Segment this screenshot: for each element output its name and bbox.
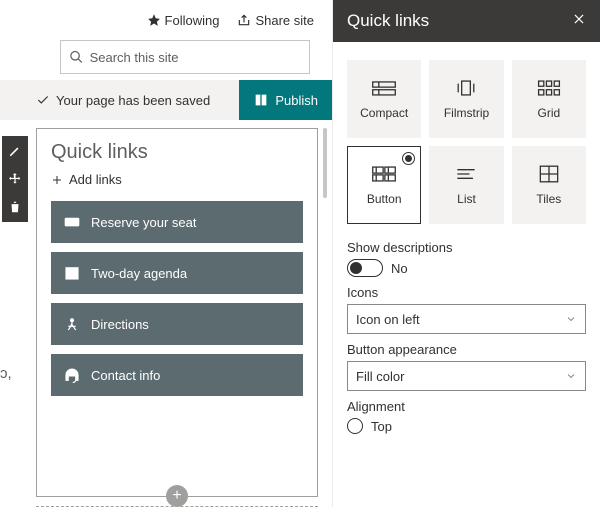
delete-button[interactable] [4, 196, 26, 218]
alignment-label: Alignment [347, 399, 586, 414]
close-icon [572, 12, 586, 26]
layout-options: Compact Filmstrip Grid Button Lis [347, 60, 586, 224]
scrollbar[interactable] [323, 128, 327, 198]
close-pane-button[interactable] [572, 12, 586, 31]
quicklink-item[interactable]: Two-day agenda [51, 252, 303, 294]
share-site-button[interactable]: Share site [237, 13, 314, 28]
edit-toolbar [2, 136, 28, 222]
button-appearance-label: Button appearance [347, 342, 586, 357]
chevron-down-icon [565, 370, 577, 382]
quicklink-item[interactable]: Directions [51, 303, 303, 345]
layout-compact[interactable]: Compact [347, 60, 421, 138]
publish-icon [253, 92, 269, 108]
share-icon [237, 13, 251, 27]
search-icon [69, 49, 84, 65]
checkmark-icon [36, 93, 50, 107]
status-bar: Your page has been saved Publish [0, 80, 332, 120]
layout-label: Button [367, 192, 402, 206]
layout-grid[interactable]: Grid [512, 60, 586, 138]
pencil-icon [8, 144, 22, 158]
search-input-wrap[interactable] [60, 40, 310, 74]
grid-icon [536, 78, 562, 98]
quicklink-item[interactable]: Reserve your seat [51, 201, 303, 243]
pane-title: Quick links [347, 11, 429, 31]
plus-icon [51, 174, 63, 186]
ticket-icon [63, 213, 81, 231]
show-descriptions-value: No [391, 261, 408, 276]
share-site-label: Share site [255, 13, 314, 28]
layout-label: Tiles [536, 192, 561, 206]
top-bar: Following Share site [0, 0, 332, 34]
move-icon [8, 172, 22, 186]
calendar-icon [63, 264, 81, 282]
icons-dropdown[interactable]: Icon on left [347, 304, 586, 334]
button-appearance-dropdown[interactable]: Fill color [347, 361, 586, 391]
layout-button[interactable]: Button [347, 146, 421, 224]
trash-icon [8, 200, 22, 214]
chevron-down-icon [565, 313, 577, 325]
property-pane-header: Quick links [333, 0, 600, 42]
layout-label: List [457, 192, 476, 206]
layout-filmstrip[interactable]: Filmstrip [429, 60, 503, 138]
tiles-icon [536, 164, 562, 184]
layout-label: Compact [360, 106, 408, 120]
following-toggle[interactable]: Following [147, 13, 220, 28]
directions-icon [63, 315, 81, 333]
filmstrip-icon [453, 78, 479, 98]
move-button[interactable] [4, 168, 26, 190]
publish-button[interactable]: Publish [239, 80, 332, 120]
show-descriptions-label: Show descriptions [347, 240, 586, 255]
add-links-label: Add links [69, 172, 122, 187]
edit-button[interactable] [4, 140, 26, 162]
star-icon [147, 13, 161, 27]
following-label: Following [165, 13, 220, 28]
layout-label: Filmstrip [444, 106, 489, 120]
quicklink-label: Reserve your seat [91, 215, 197, 230]
icons-label: Icons [347, 285, 586, 300]
quicklink-label: Two-day agenda [91, 266, 187, 281]
truncated-text: ɔ, [0, 365, 12, 382]
alignment-top-radio[interactable] [347, 418, 363, 434]
layout-list[interactable]: List [429, 146, 503, 224]
saved-status: Your page has been saved [36, 93, 210, 108]
quick-links-webpart[interactable]: Quick links Add links Reserve your seat … [36, 128, 318, 497]
selected-radio-icon [402, 152, 415, 165]
search-input[interactable] [90, 50, 301, 65]
button-appearance-value: Fill color [356, 369, 404, 384]
saved-text: Your page has been saved [56, 93, 210, 108]
button-layout-icon [371, 164, 397, 184]
alignment-top-label: Top [371, 419, 392, 434]
quicklink-label: Contact info [91, 368, 160, 383]
layout-tiles[interactable]: Tiles [512, 146, 586, 224]
quicklink-item[interactable]: Contact info [51, 354, 303, 396]
headset-icon [63, 366, 81, 384]
icons-value: Icon on left [356, 312, 420, 327]
layout-label: Grid [537, 106, 560, 120]
webpart-title[interactable]: Quick links [51, 141, 303, 164]
add-section-button[interactable]: + [166, 485, 188, 507]
show-descriptions-toggle[interactable] [347, 259, 383, 277]
compact-icon [371, 78, 397, 98]
add-links-button[interactable]: Add links [51, 172, 303, 187]
list-icon [453, 164, 479, 184]
quicklink-label: Directions [91, 317, 149, 332]
publish-label: Publish [275, 93, 318, 108]
